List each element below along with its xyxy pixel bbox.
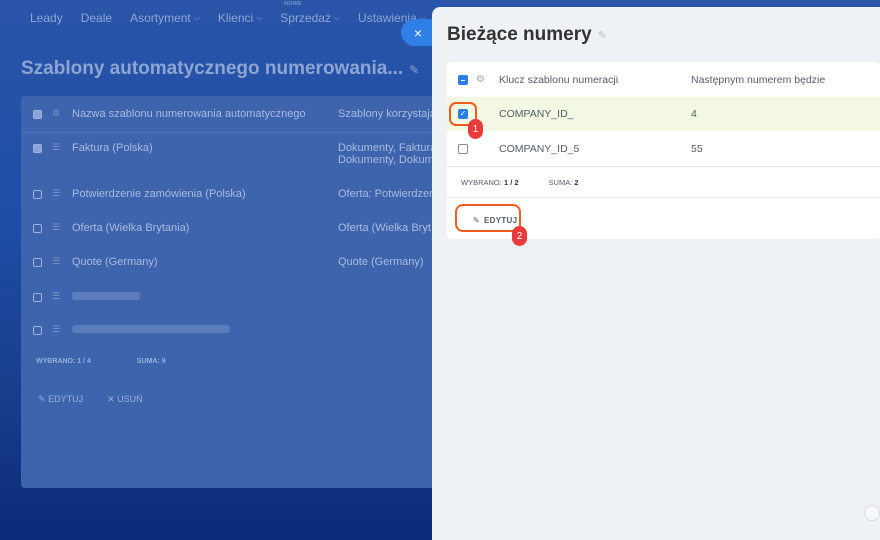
select-all-checkbox[interactable] [33,110,42,119]
menu-icon[interactable]: ☰ [52,291,62,302]
row-name: Potwierdzenie zamówienia (Polska) [72,188,246,200]
nav-item-sales[interactable]: NOWE Sprzedaż ⌵ [280,1,341,25]
blurred-cell [72,291,338,303]
menu-icon[interactable]: ☰ [52,324,62,335]
menu-icon[interactable]: ☰ [52,188,62,199]
menu-icon[interactable]: ☰ [52,222,62,233]
nav-label: Klienci [217,11,254,25]
nav-label: Leady [30,11,63,25]
delete-icon: ✕ [107,394,115,404]
row-value: Dokumenty, Faktura Dokumenty, Dokum [338,142,441,166]
row-value: Oferta (Wielka Bryt [338,222,431,234]
panel-title-text: Bieżące numery [447,24,592,45]
divider [447,166,880,167]
menu-icon[interactable]: ☰ [52,142,62,153]
table-row[interactable]: COMPANY_ID_5 55 [447,131,880,166]
resize-handle[interactable] [864,505,880,521]
chevron-down-icon: ⌵ [256,13,263,22]
panel-title: Bieżące numery ✎ [447,24,607,46]
grid-header: ⚙ Nazwa szablonu numerowania automatyczn… [21,108,441,120]
nav-label: Deale [80,11,113,25]
page-title: Szablony automatycznego numerowania... ✎ [21,58,419,80]
row-checkbox[interactable] [458,143,468,154]
column-header-key: Klucz szablonu numeracji [499,73,619,86]
selected-value: 1 / 2 [503,178,519,187]
blurred-cell [72,324,338,336]
column-header-templates: Szablony korzystając [338,108,441,120]
select-all-checkbox[interactable] [458,74,468,85]
nav-item-assortment[interactable]: Asortyment ⌵ [130,11,200,25]
selected-count: WYBRANO: 1 / 2 [461,178,519,187]
row-checkbox[interactable] [33,144,42,153]
row-name: Faktura (Polska) [72,142,153,154]
grid-summary: WYBRANO: 1 / 2 SUMA: 2 [461,178,579,187]
divider [447,197,880,198]
delete-action[interactable]: ✕ USUŃ [107,394,143,405]
row-name: Oferta (Wielka Brytania) [72,222,190,234]
pencil-icon[interactable]: ✎ [409,63,419,77]
templates-grid: ⚙ Nazwa szablonu numerowania automatyczn… [21,96,441,488]
nav-item-deals[interactable]: Deale [81,11,112,25]
nav-label: Asortyment [130,11,191,25]
close-slider-button[interactable]: × [401,19,433,46]
column-header-next-number: Następnym numerem będzie [691,73,826,86]
step-badge: 2 [512,226,527,246]
gear-icon[interactable]: ⚙ [476,74,486,85]
table-row[interactable]: ✓ COMPANY_ID_ 4 [447,97,880,131]
gear-icon[interactable]: ⚙ [52,108,62,119]
row-value: Quote (Germany) [338,256,424,268]
row-value-line: Dokumenty, Dokum [338,154,434,166]
selected-count: WYBRANO: 1 / 4 [36,358,91,365]
row-checkbox[interactable] [33,326,42,335]
column-header-name: Nazwa szablonu numerowania automatyczneg… [72,108,306,120]
pencil-icon: ✎ [38,394,46,404]
total-value: 2 [574,178,579,187]
nav-item-leads[interactable]: Leady [30,11,63,25]
top-navigation: Leady Deale Asortyment ⌵ Klienci ⌵ NOWE Spr… [0,0,440,36]
row-name: Quote (Germany) [72,256,158,268]
delete-label: USUŃ [117,394,143,404]
row-checkbox[interactable] [33,224,42,233]
total-count: SUMA: 9 [136,358,166,365]
table-row[interactable]: ☰ Potwierdzenie zamówienia (Polska) Ofer… [21,188,441,200]
grid-actions: ✎ EDYTUJ ✕ USUŃ [38,394,143,405]
table-row[interactable]: ☰ Faktura (Polska) Dokumenty, Faktura Dok… [21,142,441,166]
selected-label: WYBRANO: [461,178,502,187]
pencil-icon[interactable]: ✎ [598,29,607,42]
close-icon: × [413,24,423,41]
new-badge: NOWE [284,1,302,7]
row-value: Oferta: Potwierdzeni [338,188,438,200]
row-checkbox[interactable] [33,258,42,267]
current-numbers-panel: Bieżące numery ✎ ⚙ Klucz szablonu numera… [432,7,880,540]
edit-label: EDYTUJ [48,394,84,404]
blurred-text [72,325,230,333]
chevron-down-icon: ⌵ [193,13,200,22]
table-row[interactable]: ☰ [21,291,441,303]
grid-summary: WYBRANO: 1 / 4 SUMA: 9 [36,358,166,365]
nav-item-clients[interactable]: Klienci ⌵ [218,11,262,25]
total-count: SUMA: 2 [549,178,579,187]
nav-label: Sprzedaż [280,11,331,25]
blurred-text [72,292,140,300]
grid-header: ⚙ Klucz szablonu numeracji Następnym num… [447,62,880,97]
edit-action[interactable]: ✎ EDYTUJ [38,394,83,405]
row-next-number: 4 [691,108,697,120]
divider [21,132,441,133]
chevron-down-icon: ⌵ [333,13,341,22]
row-value-line: Dokumenty, Faktura [338,142,437,154]
menu-icon[interactable]: ☰ [52,256,62,267]
table-row[interactable]: ☰ Quote (Germany) Quote (Germany) [21,256,441,268]
table-row[interactable]: ☰ [21,324,441,336]
row-checkbox[interactable] [33,293,42,302]
highlight-marker-edit [455,204,521,232]
row-next-number: 55 [691,142,703,155]
row-checkbox[interactable] [33,190,42,199]
row-key: COMPANY_ID_5 [499,142,580,155]
total-label: SUMA: [548,178,573,187]
page-title-text: Szablony automatycznego numerowania... [21,58,404,79]
row-key: COMPANY_ID_ [499,108,574,120]
table-row[interactable]: ☰ Oferta (Wielka Brytania) Oferta (Wielk… [21,222,441,234]
step-badge: 1 [468,119,483,139]
